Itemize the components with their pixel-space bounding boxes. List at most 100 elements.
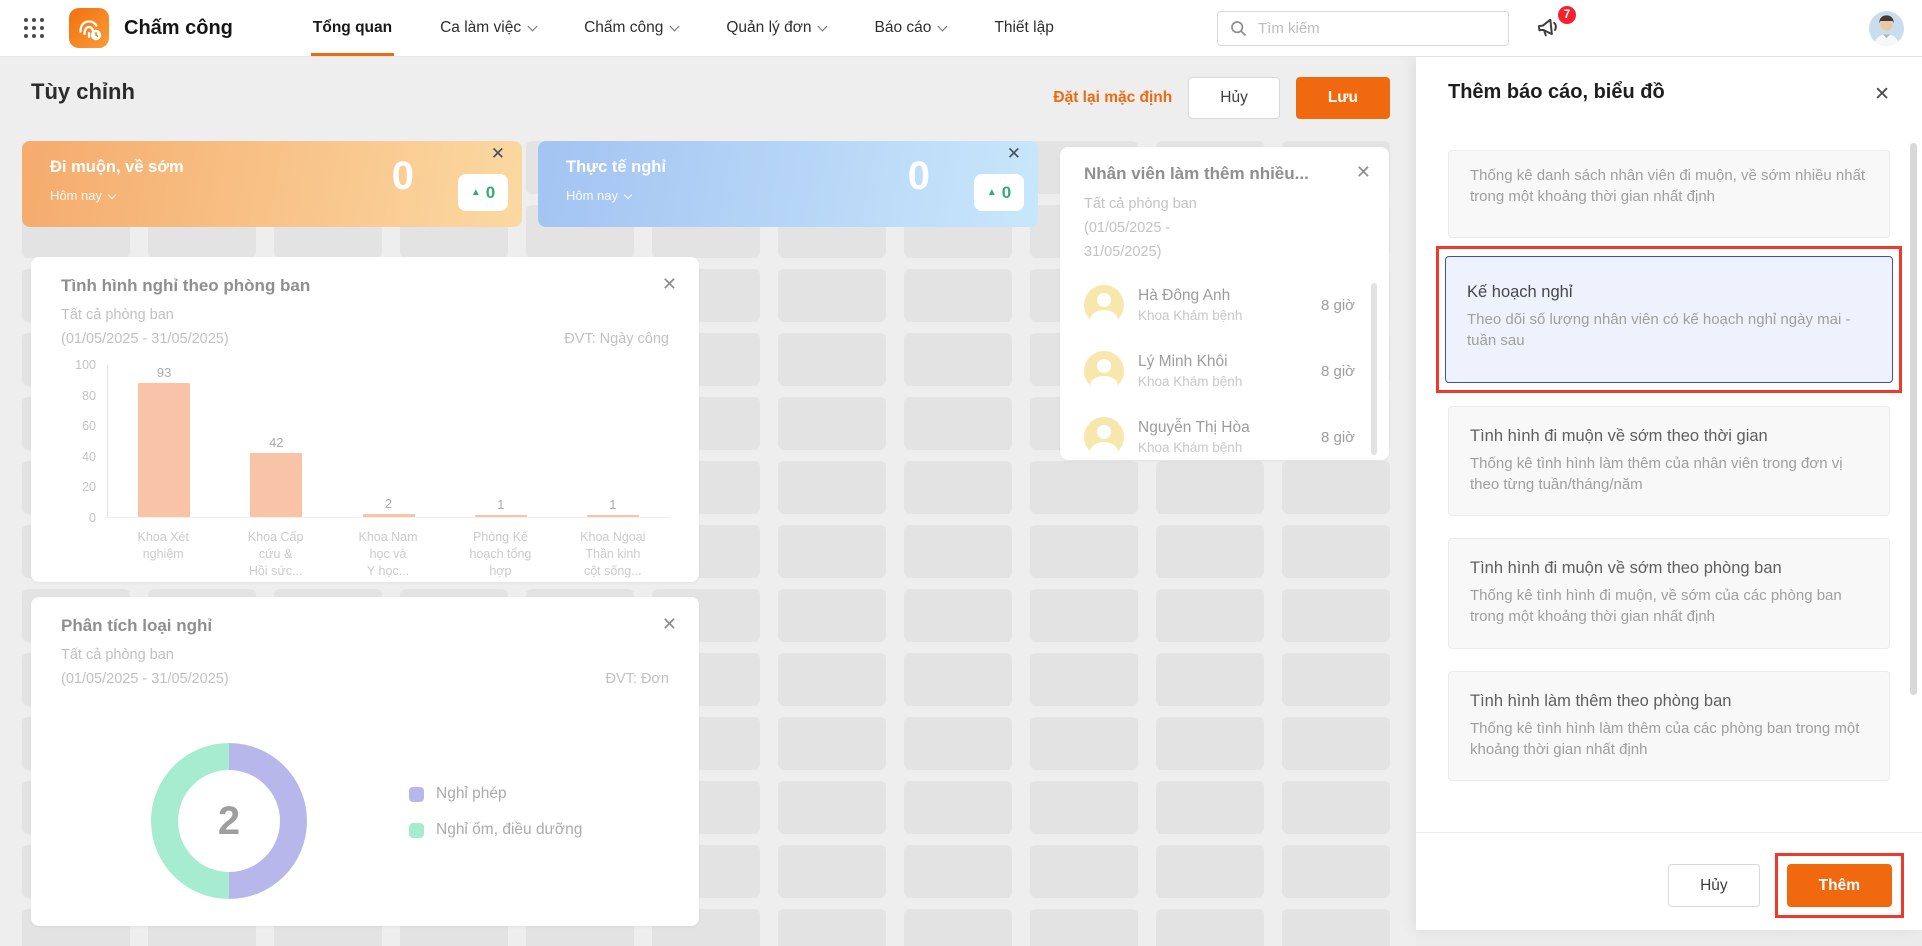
save-button[interactable]: Lưu: [1295, 77, 1390, 119]
main-nav: Tổng quan Ca làm việc Chấm công Quản lý đơn…: [289, 0, 1078, 56]
employee-info: Hà Đông Anh Khoa Khám bệnh: [1138, 287, 1321, 323]
panel-cancel-button[interactable]: Hủy: [1668, 864, 1760, 907]
y-axis-tick: 20: [82, 480, 96, 495]
grid-placeholder-tile: [904, 653, 1012, 706]
close-icon[interactable]: ✕: [662, 614, 677, 635]
y-axis-tick: 60: [82, 419, 96, 434]
grid-placeholder-tile: [1030, 653, 1138, 706]
grid-placeholder-tile: [1030, 717, 1138, 770]
nav-tab-thiet-lap[interactable]: Thiết lập: [970, 0, 1077, 56]
grid-placeholder-tile: [1282, 845, 1390, 898]
nav-tab-label: Chấm công: [584, 19, 664, 36]
stat-card-actual-leave: Thực tế nghỉ Hôm nay 0 ▲ 0 ✕: [538, 141, 1038, 227]
scrollbar-thumb[interactable]: [1910, 143, 1917, 695]
employee-department: Khoa Khám bệnh: [1138, 374, 1243, 389]
top-navbar: Chấm công Tổng quan Ca làm việc Chấm công Q…: [0, 0, 1922, 57]
employee-row: Nguyễn Thị Hòa Khoa Khám bệnh 8 giờ: [1084, 411, 1355, 463]
bar-value-label: 1: [497, 497, 505, 512]
close-icon[interactable]: ✕: [1007, 144, 1021, 164]
grid-placeholder-tile: [904, 845, 1012, 898]
bar-column: 42: [220, 365, 332, 517]
report-option-1[interactable]: Kế hoạch nghỉ Theo dõi số lượng nhân viên…: [1445, 256, 1893, 383]
widget-date-range: 31/05/2025): [1084, 244, 1162, 260]
report-option-desc: Theo dõi số lượng nhân viên có kế hoạch …: [1467, 311, 1851, 350]
legend-label: Nghỉ ốm, điều dưỡng: [436, 821, 583, 838]
app-root: Chấm công Tổng quan Ca làm việc Chấm công Q…: [0, 0, 1922, 946]
grid-placeholder-tile: [1030, 845, 1138, 898]
grid-placeholder-tile: [1282, 781, 1390, 834]
nav-tab-ca-lam-viec[interactable]: Ca làm việc: [416, 0, 560, 56]
nav-tab-quan-ly-don[interactable]: Quản lý đơn: [702, 0, 850, 56]
widget-title: Nhân viên làm thêm nhiều...: [1084, 164, 1309, 183]
report-option-0[interactable]: Thống kê danh sách nhân viên đi muộn, về…: [1448, 150, 1890, 238]
add-report-panel: Thêm báo cáo, biểu đồ ✕ Thống kê danh sá…: [1416, 57, 1922, 930]
widget-title: Phân tích loại nghỉ: [61, 616, 213, 635]
app-grid-icon[interactable]: [24, 17, 45, 39]
period-dropdown[interactable]: Hôm nay: [566, 188, 633, 203]
grid-placeholder-tile: [778, 269, 886, 322]
widget-date-range: (01/05/2025 - 31/05/2025): [61, 671, 229, 687]
up-triangle-icon: ▲: [986, 187, 997, 198]
legend-label: Nghỉ phép: [436, 785, 507, 802]
report-option-3[interactable]: Tình hình đi muộn về sớm theo phòng ban T…: [1448, 538, 1890, 649]
nav-tab-bao-cao[interactable]: Báo cáo: [850, 0, 970, 56]
grid-placeholder-tile: [1282, 717, 1390, 770]
annotation-highlight: Kế hoạch nghỉ Theo dõi số lượng nhân viên…: [1436, 246, 1902, 393]
chevron-down-icon: [107, 190, 117, 199]
report-option-title: Kế hoạch nghỉ: [1467, 283, 1573, 301]
cancel-button[interactable]: Hủy: [1188, 77, 1280, 119]
employee-row: Hà Đông Anh Khoa Khám bệnh 8 giờ: [1084, 279, 1355, 331]
chevron-down-icon: [937, 21, 948, 31]
scrollbar-thumb[interactable]: [1371, 283, 1377, 455]
search-input[interactable]: [1256, 19, 1496, 38]
close-icon[interactable]: ✕: [1874, 83, 1890, 106]
chevron-down-icon: [623, 190, 633, 199]
grid-placeholder-tile: [1030, 781, 1138, 834]
notification-button[interactable]: 7: [1535, 6, 1577, 47]
reset-default-link[interactable]: Đặt lại mặc định: [1053, 89, 1172, 107]
report-option-desc: Thống kê tình hình làm thêm của nhân viê…: [1470, 454, 1843, 493]
report-option-2[interactable]: Tình hình đi muộn về sớm theo thời gian T…: [1448, 405, 1890, 517]
grid-placeholder-tile: [904, 269, 1012, 322]
plot-area: 93 42 2 1 1: [107, 365, 669, 518]
notification-badge: 7: [1558, 6, 1576, 24]
period-dropdown[interactable]: Hôm nay: [50, 188, 117, 203]
grid-placeholder-tile: [1156, 589, 1264, 642]
bar-value-label: 42: [269, 434, 284, 450]
employee-row: Lý Minh Khôi Khoa Khám bệnh 8 giờ: [1084, 345, 1355, 397]
grid-placeholder-tile: [904, 333, 1012, 386]
grid-placeholder-tile: [1156, 909, 1264, 946]
bar: [474, 515, 527, 517]
close-icon[interactable]: ✕: [1356, 162, 1371, 183]
search-box[interactable]: [1217, 11, 1509, 46]
stat-value: 0: [907, 154, 930, 198]
employee-name: Hà Đông Anh: [1138, 287, 1231, 304]
employee-hours: 8 giờ: [1320, 362, 1355, 380]
y-axis-tick: 0: [89, 511, 96, 525]
user-avatar-placeholder-icon: [1084, 285, 1124, 325]
user-avatar[interactable]: [1869, 11, 1904, 46]
employee-department: Khoa Khám bệnh: [1138, 308, 1243, 323]
close-icon[interactable]: ✕: [662, 274, 677, 295]
report-option-title: Tình hình đi muộn về sớm theo phòng ban: [1470, 559, 1782, 578]
grid-placeholder-tile: [904, 909, 1012, 946]
close-icon[interactable]: ✕: [491, 144, 505, 164]
stat-title: Đi muộn, về sớm: [50, 158, 184, 176]
x-axis-labels: Khoa Xét nghiệm Khoa Cấp cứu & Hồi sức... Kho…: [107, 529, 669, 580]
app-title: Chấm công: [124, 16, 233, 39]
nav-tab-tong-quan[interactable]: Tổng quan: [289, 0, 416, 56]
nav-tab-label: Thiết lập: [994, 19, 1054, 36]
donut-center-value: 2: [178, 770, 280, 872]
grid-placeholder-tile: [1030, 909, 1138, 946]
panel-add-button[interactable]: Thêm: [1786, 864, 1892, 907]
report-option-desc: Thống kê tình hình làm thêm của các phòn…: [1470, 719, 1860, 759]
widget-unit: ĐVT: Đơn: [605, 671, 670, 687]
grid-placeholder-tile: [778, 525, 886, 578]
app-logo-icon[interactable]: [69, 8, 109, 48]
employee-info: Lý Minh Khôi Khoa Khám bệnh: [1138, 353, 1321, 389]
nav-tab-cham-cong[interactable]: Chấm công: [560, 0, 702, 56]
legend-item: Nghỉ phép: [409, 785, 582, 803]
report-option-title: Tình hình đi muộn về sớm theo thời gian: [1470, 426, 1768, 445]
employee-name: Lý Minh Khôi: [1138, 353, 1228, 370]
report-option-4[interactable]: Tình hình làm thêm theo phòng ban Thống k…: [1448, 670, 1890, 782]
